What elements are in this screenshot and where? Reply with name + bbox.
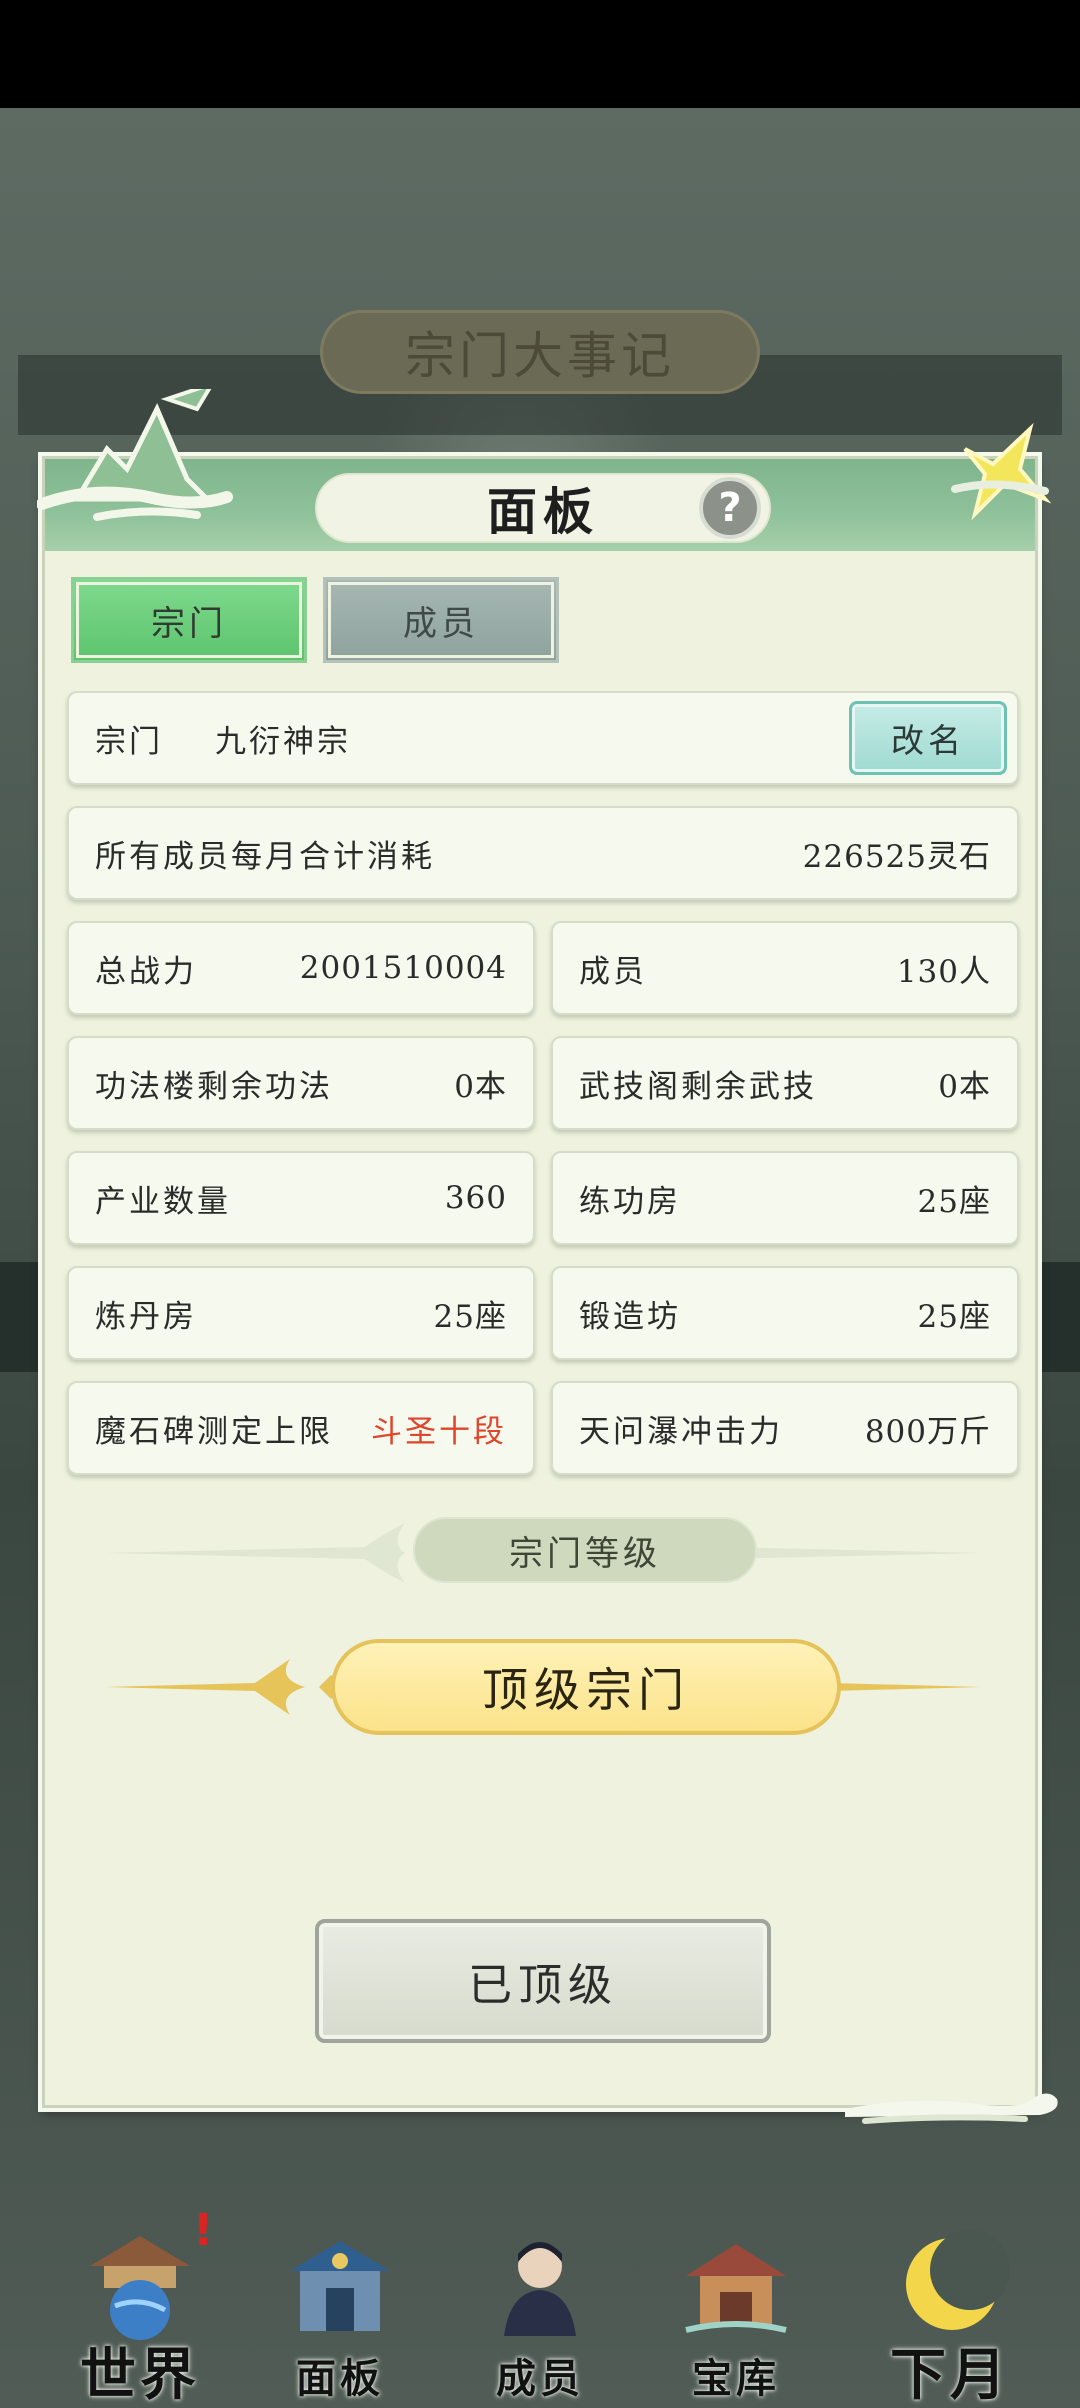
background-banner: 宗门大事记	[320, 310, 760, 394]
crescent-moon-icon	[906, 2230, 1010, 2330]
stat-industry-count: 产业数量 360	[67, 1151, 535, 1245]
panel-modal: 面板 ? 宗门 成员 宗门 九衍神宗 改名 所有成员每月合计消耗 226525灵…	[37, 389, 1058, 2124]
sect-level-value: 顶级宗门	[331, 1639, 841, 1735]
stat-label: 锻造坊	[579, 1298, 681, 1335]
nav-members-label: 成员	[496, 2355, 584, 2402]
stat-label: 练功房	[579, 1183, 681, 1220]
stat-value: 130人	[896, 953, 991, 990]
stat-value: 0本	[938, 1068, 991, 1105]
help-button[interactable]: ?	[699, 477, 761, 539]
palace-globe-icon	[90, 2236, 190, 2340]
stat-value: 斗圣十段	[371, 1413, 507, 1450]
level-section-title: 宗门等级	[413, 1517, 757, 1583]
tab-sect-label: 宗门	[151, 603, 227, 644]
disciple-icon	[504, 2242, 576, 2336]
stat-value: 360	[444, 1180, 507, 1216]
stat-label: 产业数量	[95, 1183, 231, 1220]
tab-members-label: 成员	[403, 603, 479, 644]
nav-members[interactable]: 成员	[440, 2196, 640, 2408]
sect-name: 九衍神宗	[215, 723, 351, 760]
close-icon	[951, 422, 1052, 521]
max-level-button-label: 已顶级	[468, 1960, 618, 2011]
stat-alchemy-rooms: 炼丹房 25座	[67, 1266, 535, 1360]
stat-members: 成员 130人	[551, 921, 1019, 1015]
stat-label: 武技阁剩余武技	[579, 1068, 817, 1105]
sect-level-value-text: 顶级宗门	[482, 1663, 690, 1717]
stat-remaining-martial-skills: 武技阁剩余武技 0本	[551, 1036, 1019, 1130]
help-icon: ?	[718, 485, 742, 531]
stat-value: 2001510004	[299, 950, 507, 986]
modal-title: 面板	[487, 482, 599, 541]
stat-waterfall-force: 天问瀑冲击力 800万斤	[551, 1381, 1019, 1475]
max-level-button[interactable]: 已顶级	[315, 1919, 771, 2043]
stat-training-rooms: 练功房 25座	[551, 1151, 1019, 1245]
sect-name-row: 宗门 九衍神宗 改名	[67, 691, 1019, 785]
nav-vault[interactable]: 宝库	[636, 2196, 836, 2408]
bottom-nav: ! 世界 面板 成员 宝库 下月	[0, 2196, 1080, 2408]
stat-total-power: 总战力 2001510004	[67, 921, 535, 1015]
stat-value: 25座	[433, 1298, 507, 1335]
stat-label: 成员	[579, 953, 647, 990]
nav-vault-label: 宝库	[692, 2355, 780, 2402]
status-bar	[0, 0, 1080, 108]
monthly-consumption-row: 所有成员每月合计消耗 226525灵石	[67, 806, 1019, 900]
stat-stele-limit: 魔石碑测定上限 斗圣十段	[67, 1381, 535, 1475]
stat-label: 功法楼剩余功法	[95, 1068, 333, 1105]
tab-members[interactable]: 成员	[323, 577, 559, 663]
stat-remaining-techniques: 功法楼剩余功法 0本	[67, 1036, 535, 1130]
stat-value: 0本	[454, 1068, 507, 1105]
treasure-pavilion-icon	[685, 2244, 787, 2333]
stat-value: 800万斤	[864, 1413, 991, 1450]
stat-label: 魔石碑测定上限	[95, 1413, 333, 1450]
alert-badge-icon: !	[192, 2204, 214, 2256]
nav-next-month[interactable]: 下月	[850, 2196, 1050, 2408]
nav-next-month-label: 下月	[890, 2342, 1010, 2408]
stat-value: 25座	[917, 1183, 991, 1220]
gate-icon	[290, 2241, 390, 2331]
mountain-cloud-icon	[37, 389, 233, 521]
nav-world[interactable]: ! 世界	[40, 2196, 240, 2408]
close-button[interactable]	[945, 419, 1055, 529]
stat-label: 天问瀑冲击力	[579, 1413, 783, 1450]
background-banner-title: 宗门大事记	[405, 327, 675, 385]
stat-value: 25座	[917, 1298, 991, 1335]
stat-forges: 锻造坊 25座	[551, 1266, 1019, 1360]
tab-sect[interactable]: 宗门	[71, 577, 307, 663]
stat-label: 总战力	[95, 953, 197, 990]
nav-world-label: 世界	[80, 2342, 200, 2408]
consumption-value: 226525灵石	[802, 838, 991, 875]
rename-button-label: 改名	[891, 721, 965, 760]
consumption-label: 所有成员每月合计消耗	[95, 838, 435, 875]
sect-label: 宗门	[95, 723, 163, 760]
cloud-icon	[845, 2093, 1058, 2124]
level-banner: 顶级宗门	[105, 1639, 981, 1739]
rename-button[interactable]: 改名	[849, 701, 1007, 775]
nav-panel-label: 面板	[296, 2355, 384, 2402]
stat-label: 炼丹房	[95, 1298, 197, 1335]
level-section-title-text: 宗门等级	[509, 1533, 661, 1574]
level-section-header: 宗门等级	[105, 1513, 981, 1593]
nav-panel[interactable]: 面板	[240, 2196, 440, 2408]
